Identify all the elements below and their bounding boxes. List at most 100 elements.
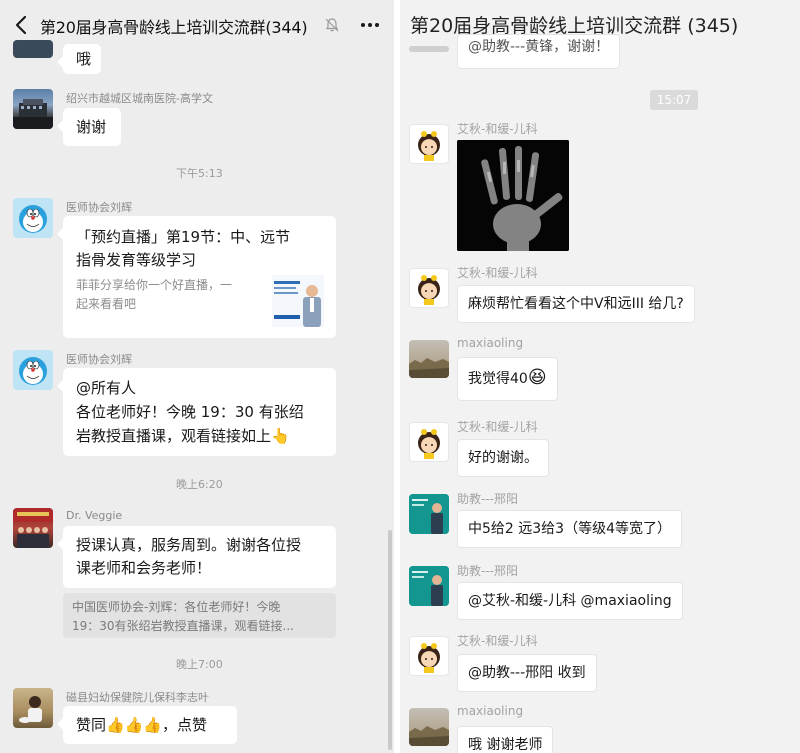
card-description: 菲菲分享给你一个好直播，一 起来看看吧 bbox=[76, 276, 232, 314]
avatar[interactable] bbox=[409, 46, 449, 52]
timestamp: 晚上6:20 bbox=[176, 478, 223, 491]
cartoon-girl-avatar-icon bbox=[418, 275, 440, 305]
live-share-card[interactable]: 「预约直播」第19节：中、远节 指骨发育等级学习 菲菲分享给你一个好直播，一 起… bbox=[57, 216, 336, 338]
hand-xray-image[interactable] bbox=[457, 140, 569, 251]
message-bubble[interactable]: 麻烦帮忙看看这个中V和远III 给几? bbox=[457, 285, 695, 323]
message-text: 哦 谢谢老师 bbox=[468, 737, 543, 753]
cartoon-girl-avatar-icon bbox=[418, 429, 440, 459]
sender-name: 磁县妇幼保健院儿保科李志叶 bbox=[66, 691, 209, 704]
message-text: 赞同👍👍👍，点赞 bbox=[76, 716, 208, 734]
avatar[interactable] bbox=[13, 508, 53, 548]
quoted-message[interactable]: 中国医师协会-刘辉：各位老师好！今晚 19：30有张绍岩教授直播课，观看链接..… bbox=[63, 593, 336, 638]
message-bubble[interactable]: 谢谢 bbox=[57, 108, 121, 146]
message-text: 授课认真，服务周到。谢谢各位授 课老师和会务老师！ bbox=[76, 534, 323, 580]
card-title: 「预约直播」第19节：中、远节 指骨发育等级学习 bbox=[76, 226, 290, 272]
sender-name: 艾秋-和缓-儿科 bbox=[457, 420, 538, 434]
message-text: 谢谢 bbox=[76, 118, 107, 136]
avatar[interactable] bbox=[409, 566, 449, 606]
left-chat-header: 第20届身高骨龄线上培训交流群(344) bbox=[0, 0, 394, 50]
avatar[interactable] bbox=[13, 40, 53, 58]
timestamp: 晚上7:00 bbox=[176, 658, 223, 671]
message-bubble[interactable]: 哦 谢谢老师 bbox=[457, 726, 554, 753]
card-desc-line: 起来看看吧 bbox=[76, 297, 137, 311]
message-bubble[interactable]: 中5给2 远3给3（等级4等宽了） bbox=[457, 510, 682, 548]
message-text: 哦 bbox=[76, 50, 92, 68]
chat-title: 第20届身高骨龄线上培训交流群(344) bbox=[40, 18, 308, 37]
sender-name: 助教---邢阳 bbox=[457, 564, 518, 578]
timestamp: 下午5:13 bbox=[176, 167, 223, 180]
message-bubble[interactable]: @所有人 各位老师好！今晚 19：30 有张绍 岩教授直播课，观看链接如上👆 bbox=[57, 368, 336, 456]
sender-name: 艾秋-和缓-儿科 bbox=[457, 634, 538, 648]
back-arrow-icon[interactable] bbox=[12, 14, 32, 36]
message-bubble[interactable]: 赞同👍👍👍，点赞 bbox=[57, 706, 237, 744]
avatar[interactable] bbox=[13, 198, 53, 238]
kid-photo-icon bbox=[19, 696, 42, 723]
message-line: @所有人 bbox=[76, 379, 137, 397]
landscape-avatar-icon bbox=[409, 726, 449, 746]
landscape-avatar-icon bbox=[409, 358, 449, 378]
avatar[interactable] bbox=[409, 708, 449, 746]
sender-name: 艾秋-和缓-儿科 bbox=[457, 266, 538, 280]
message-text: 麻烦帮忙看看这个中V和远III 给几? bbox=[468, 296, 684, 312]
message-line: 授课认真，服务周到。谢谢各位授 bbox=[76, 536, 302, 554]
lecturer-avatar-icon bbox=[409, 494, 449, 534]
message-text: @所有人 各位老师好！今晚 19：30 有张绍 岩教授直播课，观看链接如上👆 bbox=[76, 376, 323, 448]
card-title-line: 指骨发育等级学习 bbox=[76, 251, 197, 269]
sender-name: maxiaoling bbox=[457, 336, 524, 350]
message-bubble[interactable]: 哦 bbox=[57, 44, 101, 74]
avatar[interactable] bbox=[409, 124, 449, 164]
message-bubble[interactable]: @艾秋-和缓-儿科 @maxiaoling bbox=[457, 582, 683, 620]
message-bubble[interactable]: @助教---邢阳 收到 bbox=[457, 654, 597, 692]
avatar[interactable] bbox=[409, 268, 449, 308]
avatar[interactable] bbox=[409, 340, 449, 378]
sender-name: 绍兴市越城区城南医院-高学文 bbox=[66, 92, 213, 105]
message-text: @助教---黄锋，谢谢！ bbox=[468, 39, 610, 55]
sender-name: maxiaoling bbox=[457, 704, 524, 718]
hand-xray-icon bbox=[457, 140, 569, 251]
avatar[interactable] bbox=[13, 350, 53, 390]
more-dots-icon[interactable] bbox=[358, 14, 382, 36]
sender-name: 助教---邢阳 bbox=[457, 492, 518, 506]
cartoon-girl-avatar-icon bbox=[418, 131, 440, 161]
quote-line: 中国医师协会-刘辉：各位老师好！今晚 bbox=[72, 600, 281, 614]
message-text: 好的谢谢。 bbox=[468, 450, 538, 466]
grinning-emoji: 😆 bbox=[527, 367, 547, 388]
message-text: 中5给2 远3给3（等级4等宽了） bbox=[468, 521, 671, 537]
card-thumbnail bbox=[272, 275, 324, 327]
scrollbar[interactable] bbox=[388, 530, 392, 750]
quote-line: 19：30有张绍岩教授直播课，观看链接... bbox=[72, 619, 294, 633]
card-desc-line: 菲菲分享给你一个好直播，一 bbox=[76, 278, 233, 292]
message-text: @助教---邢阳 收到 bbox=[468, 665, 586, 681]
message-text: @艾秋-和缓-儿科 @maxiaoling bbox=[468, 593, 672, 609]
cartoon-girl-avatar-icon bbox=[418, 643, 440, 673]
pointing-up-emoji: 👆 bbox=[271, 427, 290, 445]
left-chat-window: 第20届身高骨龄线上培训交流群(344) 哦 绍兴市越城区城南医院-高学文 谢谢… bbox=[0, 0, 394, 753]
sender-name: 艾秋-和缓-儿科 bbox=[457, 122, 538, 136]
message-bubble[interactable]: 授课认真，服务周到。谢谢各位授 课老师和会务老师！ bbox=[57, 526, 336, 588]
avatar[interactable] bbox=[409, 422, 449, 462]
avatar[interactable] bbox=[409, 494, 449, 534]
sender-name: Dr. Veggie bbox=[66, 509, 123, 522]
message-text: 我觉得40 bbox=[468, 371, 528, 387]
sender-name: 医师协会刘辉 bbox=[66, 201, 132, 214]
card-title-line: 「预约直播」第19节：中、远节 bbox=[76, 228, 291, 246]
lecturer-thumbnail-icon bbox=[272, 275, 324, 327]
sender-name: 医师协会刘辉 bbox=[66, 353, 132, 366]
message-bubble[interactable]: @助教---黄锋，谢谢！ bbox=[457, 34, 621, 69]
doraemon-avatar-icon bbox=[19, 357, 47, 385]
avatar[interactable] bbox=[13, 89, 53, 129]
doraemon-avatar-icon bbox=[19, 205, 47, 233]
message-bubble[interactable]: 我觉得40😆 bbox=[457, 357, 558, 401]
group-photo-icon bbox=[13, 508, 53, 548]
message-line: 岩教授直播课，观看链接如上 bbox=[76, 427, 272, 445]
right-chat-window: 第20届身高骨龄线上培训交流群 (345) @助教---黄锋，谢谢！ 15:07… bbox=[400, 0, 800, 753]
avatar[interactable] bbox=[13, 688, 53, 728]
message-bubble[interactable]: 好的谢谢。 bbox=[457, 439, 549, 477]
message-line: 各位老师好！今晚 19：30 有张绍 bbox=[76, 403, 304, 421]
timestamp: 15:07 bbox=[650, 90, 698, 110]
building-photo-icon bbox=[13, 99, 53, 129]
mute-bell-icon bbox=[325, 18, 339, 32]
message-line: 课老师和会务老师！ bbox=[76, 559, 212, 577]
lecturer-avatar-icon bbox=[409, 566, 449, 606]
avatar[interactable] bbox=[409, 636, 449, 676]
